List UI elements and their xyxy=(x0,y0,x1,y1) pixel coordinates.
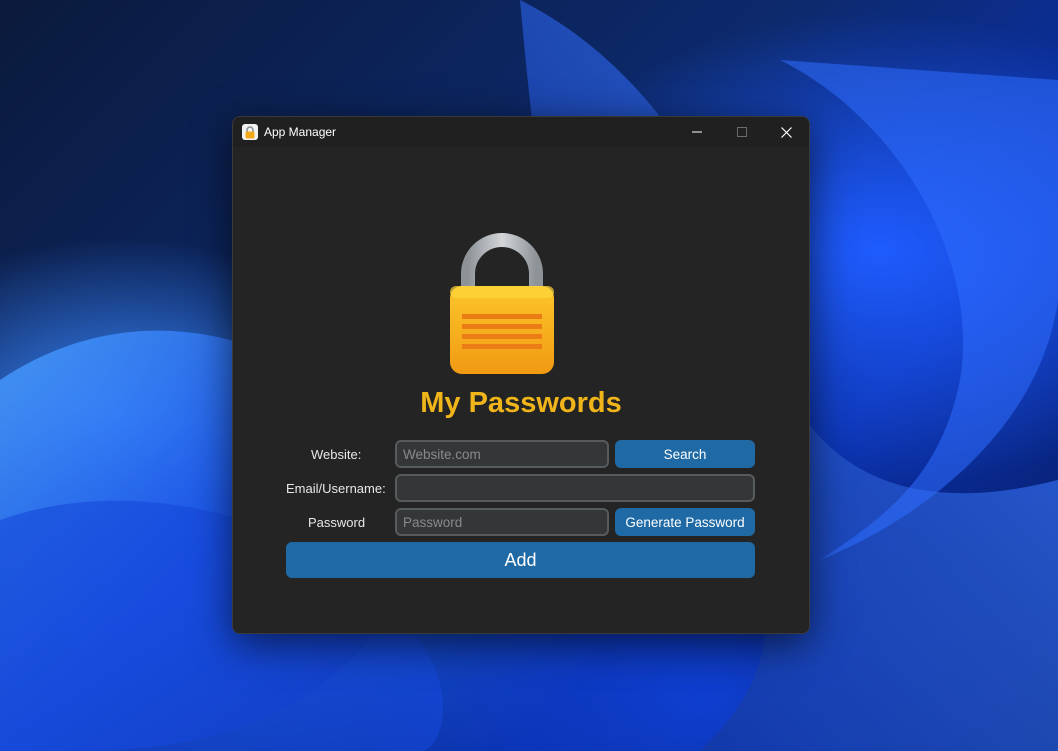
window-title: App Manager xyxy=(264,125,337,139)
close-button[interactable] xyxy=(764,117,809,147)
main-content: My Passwords Website: Search Email/Usern… xyxy=(233,147,809,633)
app-window: App Manager My Passwords Website: Websit… xyxy=(232,116,810,634)
close-icon xyxy=(781,126,792,138)
add-button[interactable]: Add xyxy=(286,542,755,578)
maximize-button[interactable] xyxy=(719,117,764,147)
website-label: Website: xyxy=(311,447,362,462)
password-label: Password xyxy=(308,515,366,530)
generate-password-button[interactable]: Generate Password xyxy=(615,508,755,536)
page-title: My Passwords xyxy=(420,387,622,419)
maximize-icon xyxy=(736,127,747,137)
lock-icon xyxy=(242,124,258,140)
minimize-icon xyxy=(691,131,702,133)
padlock-icon xyxy=(450,233,554,374)
minimize-button[interactable] xyxy=(674,117,719,147)
website-input[interactable] xyxy=(395,440,609,468)
password-field[interactable] xyxy=(395,508,609,536)
email-label: Email/Username: xyxy=(286,481,386,496)
title-bar[interactable]: App Manager xyxy=(233,117,809,147)
email-field[interactable] xyxy=(395,474,755,502)
search-button[interactable]: Search xyxy=(615,440,755,468)
